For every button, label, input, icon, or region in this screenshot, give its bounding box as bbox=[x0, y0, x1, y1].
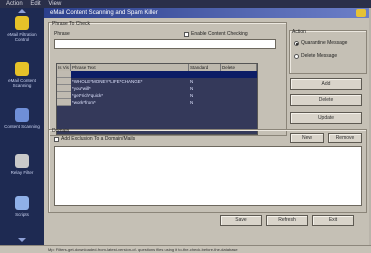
table-cell: *work*from* bbox=[72, 100, 96, 105]
table-header[interactable]: Standard bbox=[189, 64, 221, 71]
quarantine-radio[interactable] bbox=[294, 41, 299, 46]
folder-icon bbox=[15, 16, 29, 30]
delete-message-radio[interactable] bbox=[294, 54, 299, 59]
sidebar-item-label: eMail Filtration Control bbox=[7, 32, 37, 42]
sidebar-item-scanning[interactable]: Content Scanning bbox=[2, 108, 42, 129]
table-row[interactable]: *you*will* N bbox=[57, 85, 257, 92]
table-cell: *WHOLE*MONEY*LIFE*CHANGE* bbox=[72, 79, 143, 84]
exclusion-checkbox-label: Add Exclusion To a Domain/Mails bbox=[61, 136, 136, 142]
window-title: eMail Content Scanning and Spam Killer bbox=[44, 8, 369, 18]
refresh-button[interactable]: Refresh bbox=[266, 215, 308, 226]
table-header[interactable]: Phrase Text bbox=[71, 64, 189, 71]
delete-message-radio-label: Delete Message bbox=[301, 53, 338, 59]
scroll-down-icon[interactable] bbox=[18, 238, 26, 242]
sidebar-item-label: Relay Filter bbox=[10, 170, 34, 175]
table-header[interactable]: Delete bbox=[221, 64, 257, 71]
script-icon bbox=[15, 196, 29, 210]
table-cell bbox=[221, 85, 257, 92]
add-button[interactable]: Add bbox=[290, 78, 362, 90]
update-button[interactable]: Update bbox=[290, 112, 362, 124]
sidebar-item-content-scanning[interactable]: eMail Content Scanning bbox=[2, 62, 42, 88]
sidebar-item-label: Scripts bbox=[15, 212, 29, 217]
domain-group-label: Domain bbox=[52, 128, 70, 134]
phrases-tab[interactable]: Phrase To Check bbox=[52, 21, 90, 27]
app-logo-icon bbox=[356, 9, 366, 17]
action-group bbox=[289, 30, 367, 74]
table-row[interactable] bbox=[57, 71, 257, 78]
sidebar-item-label: eMail Content Scanning bbox=[8, 78, 36, 88]
table-cell: N bbox=[190, 93, 194, 98]
table-cell bbox=[221, 99, 257, 106]
menu-edit[interactable]: Edit bbox=[30, 1, 40, 7]
table-cell bbox=[189, 71, 221, 78]
table-cell: N bbox=[190, 86, 194, 91]
menu-view[interactable]: View bbox=[48, 1, 61, 7]
enable-checkbox[interactable] bbox=[184, 32, 189, 37]
quarantine-radio-label: Quarantine Message bbox=[301, 40, 348, 46]
folder-icon bbox=[15, 62, 29, 76]
table-cell bbox=[71, 71, 189, 78]
new-button[interactable]: New bbox=[290, 133, 324, 143]
sidebar-item-filtration[interactable]: eMail Filtration Control bbox=[2, 16, 42, 42]
menu-action[interactable]: Action bbox=[6, 1, 23, 7]
phrase-input[interactable] bbox=[54, 39, 276, 49]
table-row[interactable]: *work*from* N bbox=[57, 99, 257, 106]
table-cell: *get*rich*quick* bbox=[72, 93, 104, 98]
table-row[interactable]: *WHOLE*MONEY*LIFE*CHANGE* N bbox=[57, 78, 257, 85]
sidebar: eMail Filtration Control eMail Content S… bbox=[0, 8, 44, 245]
exit-button[interactable]: Exit bbox=[312, 215, 354, 226]
table-cell bbox=[221, 92, 257, 99]
table-cell: *you*will* bbox=[72, 86, 91, 91]
table-cell bbox=[221, 71, 257, 78]
table-cell: N bbox=[190, 100, 194, 105]
exclusion-checkbox[interactable] bbox=[54, 137, 59, 142]
menu-bar: Action Edit View bbox=[0, 0, 371, 8]
phrases-table: Is Vis Phrase Text Standard Delete *WHOL… bbox=[56, 63, 258, 135]
phrase-label: Phrase bbox=[54, 31, 70, 37]
table-cell bbox=[221, 78, 257, 85]
funnel-icon bbox=[15, 154, 29, 168]
domain-list[interactable] bbox=[54, 146, 362, 206]
save-button[interactable]: Save bbox=[220, 215, 262, 226]
remove-button[interactable]: Remove bbox=[328, 133, 362, 143]
table-cell: N bbox=[190, 79, 194, 84]
enable-checkbox-label: Enable Content Checking bbox=[191, 31, 248, 37]
table-header[interactable]: Is Vis bbox=[57, 64, 71, 71]
action-group-label: Action bbox=[292, 29, 306, 35]
sidebar-item-scripts[interactable]: Scripts bbox=[2, 196, 42, 217]
status-bar: Mp: Filters-get-downloaded-from-latest-v… bbox=[0, 245, 371, 253]
document-icon bbox=[15, 108, 29, 122]
sidebar-item-label: Content Scanning bbox=[4, 124, 40, 129]
main-panel: eMail Content Scanning and Spam Killer P… bbox=[44, 8, 369, 245]
app-window: Action Edit View eMail Filtration Contro… bbox=[0, 0, 371, 253]
delete-button[interactable]: Delete bbox=[290, 94, 362, 106]
table-row[interactable]: *get*rich*quick* N bbox=[57, 92, 257, 99]
sidebar-item-relay-filter[interactable]: Relay Filter bbox=[2, 154, 42, 175]
scroll-up-icon[interactable] bbox=[18, 9, 26, 13]
